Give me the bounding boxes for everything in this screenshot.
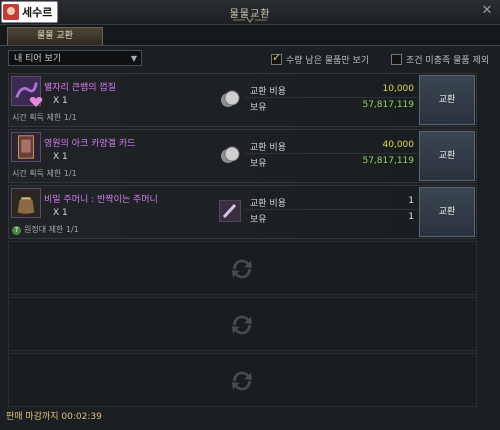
close-icon[interactable]: ✕ <box>480 4 494 18</box>
empty-slot <box>8 353 477 407</box>
item-name: 비밀 주머니 : 반짝이는 주머니 <box>44 195 158 205</box>
item-name: 영원의 아크 카양겔 카드 <box>44 139 136 149</box>
sale-timer: 판매 마감까지 00:02:39 <box>6 412 102 422</box>
exclude-unmet-label: 조건 미충족 물품 제외 <box>406 56 490 66</box>
own-label: 보유 <box>250 159 267 169</box>
item-limit-text: 원정대 제한 1/1 <box>24 225 79 234</box>
exclude-unmet-checkbox[interactable]: 조건 미충족 물품 제외 <box>391 53 489 66</box>
item-limit: 시간 획득 제한 1/1 <box>12 169 77 178</box>
list-item: 비밀 주머니 : 반짝이는 주머니 X 1 ? 원정대 제한 1/1 교환 비용 … <box>8 185 477 239</box>
item-limit: ? 원정대 제한 1/1 <box>12 224 79 235</box>
cost-value: 1 <box>408 196 414 206</box>
item-limit: 시간 획득 제한 1/1 <box>12 113 77 122</box>
cost-label: 교환 비용 <box>250 199 286 209</box>
empty-slot <box>8 297 477 351</box>
silver-coin-icon <box>221 146 240 163</box>
checkbox-unchecked-icon <box>391 54 402 65</box>
cost-label: 교환 비용 <box>250 87 286 97</box>
silver-coin-icon <box>221 90 240 107</box>
own-value: 1 <box>408 212 414 222</box>
cost-value: 10,000 <box>382 84 415 94</box>
scroll-item-icon <box>219 200 241 222</box>
cost-box: 교환 비용 10,000 보유 57,817,119 <box>215 74 420 126</box>
item-name: 별자리 큰뱀의 껍질 <box>44 83 116 93</box>
show-remaining-checkbox[interactable]: 수량 남은 물품만 보기 <box>271 51 370 66</box>
tier-select[interactable]: 내 티어 보기 ▼ <box>8 50 142 66</box>
exchange-button[interactable]: 교환 <box>419 75 475 125</box>
refresh-icon <box>232 371 252 391</box>
own-value: 57,817,119 <box>362 100 414 110</box>
cost-box: 교환 비용 1 보유 1 <box>215 186 420 238</box>
heart-icon <box>29 97 43 107</box>
item-quantity: X 1 <box>53 208 68 218</box>
list-item: 별자리 큰뱀의 껍질 X 1 시간 획득 제한 1/1 교환 비용 10,000… <box>8 73 477 127</box>
exchange-button[interactable]: 교환 <box>419 187 475 237</box>
card-icon <box>11 132 41 162</box>
checkbox-checked-icon <box>271 51 282 65</box>
title-bar: 세수르 물물교환 ✕ <box>0 0 500 25</box>
list-item: 영원의 아크 카양겔 카드 X 1 시간 획득 제한 1/1 교환 비용 40,… <box>8 129 477 183</box>
help-icon[interactable]: ? <box>12 226 21 235</box>
item-quantity: X 1 <box>53 152 68 162</box>
exchange-button[interactable]: 교환 <box>419 131 475 181</box>
cost-value: 40,000 <box>382 140 415 150</box>
refresh-icon <box>232 259 252 279</box>
pouch-icon <box>11 188 41 218</box>
empty-slot <box>8 241 477 295</box>
cost-label: 교환 비용 <box>250 143 286 153</box>
tier-select-value: 내 티어 보기 <box>14 54 62 64</box>
own-value: 57,817,119 <box>362 156 414 166</box>
refresh-icon <box>232 315 252 335</box>
show-remaining-label: 수량 남은 물품만 보기 <box>286 56 370 66</box>
tab-exchange[interactable]: 물물 교환 <box>7 27 103 45</box>
exchange-list: 별자리 큰뱀의 껍질 X 1 시간 획득 제한 1/1 교환 비용 10,000… <box>8 73 477 407</box>
tab-bar: 물물 교환 <box>0 25 500 46</box>
own-label: 보유 <box>250 215 267 225</box>
cost-box: 교환 비용 40,000 보유 57,817,119 <box>215 130 420 182</box>
own-label: 보유 <box>250 103 267 113</box>
title-ornament-icon <box>233 17 267 23</box>
item-quantity: X 1 <box>53 96 68 106</box>
chevron-down-icon: ▼ <box>130 54 137 63</box>
